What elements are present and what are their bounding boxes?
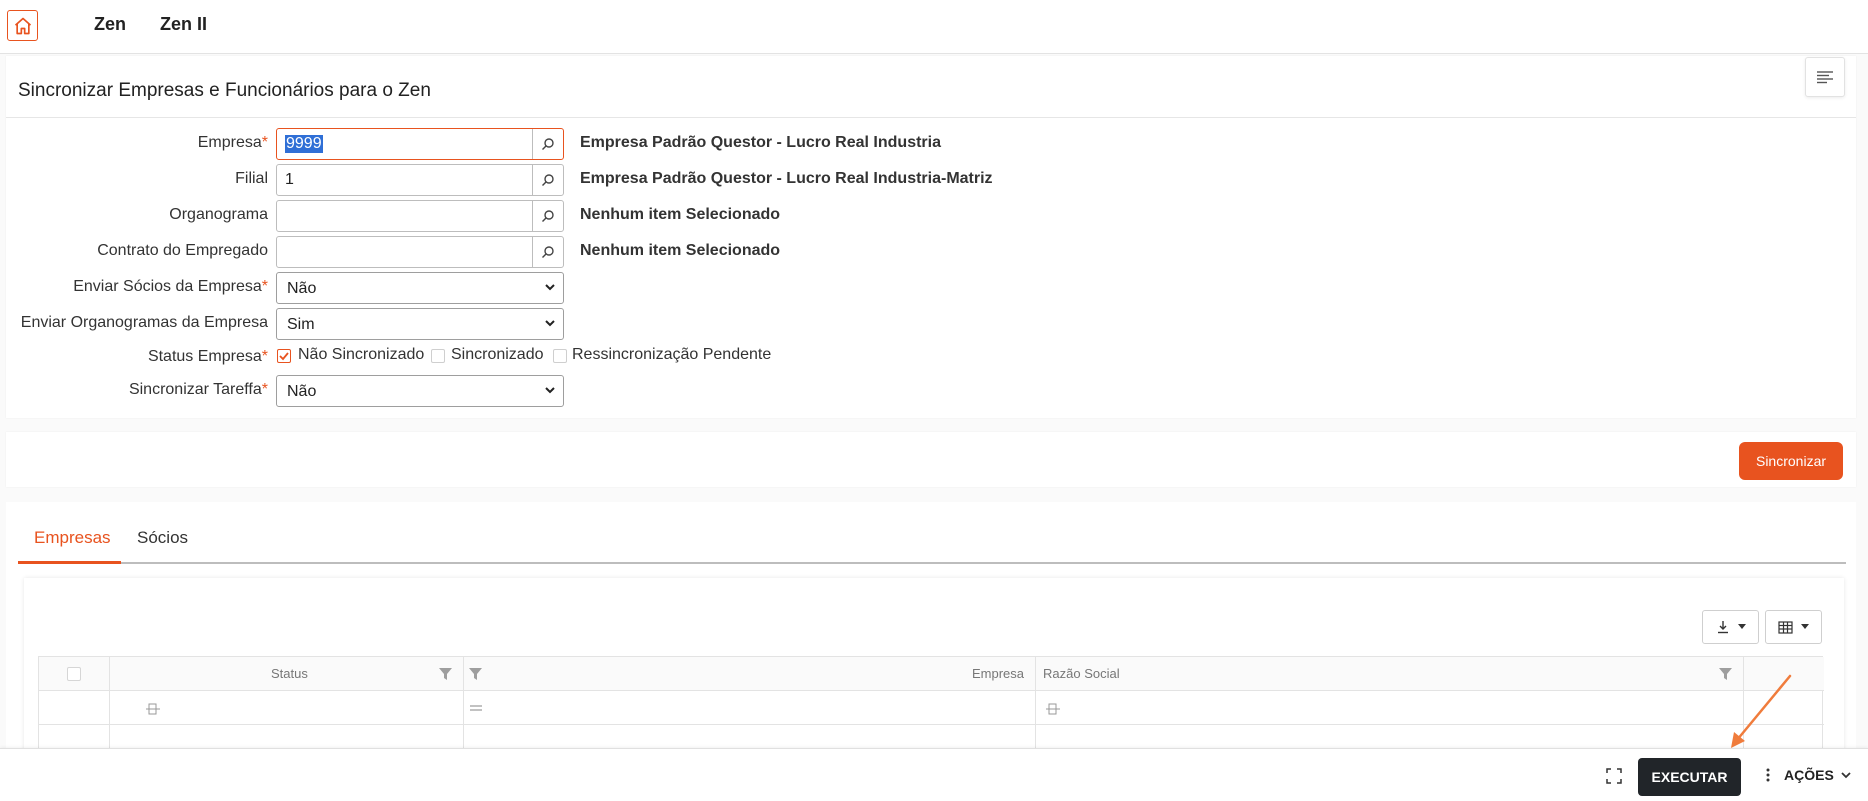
acoes-menu-button[interactable]: AÇÕES (1766, 767, 1852, 783)
empresa-input[interactable]: 9999 (276, 128, 564, 160)
grid-filter-row (39, 691, 1824, 725)
select-all-checkbox[interactable] (67, 667, 81, 681)
label-status-empresa: Status Empresa* (147, 348, 268, 365)
column-header-razao-social[interactable]: Razão Social (1043, 666, 1120, 681)
chevron-down-icon (545, 387, 555, 394)
active-tab-indicator (18, 561, 121, 564)
bottom-bar: EXECUTAR AÇÕES (0, 748, 1868, 801)
equals-icon[interactable] (469, 703, 483, 713)
filter-icon[interactable] (1719, 668, 1732, 680)
enviar-socios-value: Não (287, 280, 317, 297)
empresa-search-button[interactable] (532, 129, 563, 159)
empresa-value: 9999 (285, 135, 323, 153)
tab-empresas[interactable]: Empresas (34, 528, 111, 548)
search-icon (542, 138, 554, 150)
sincronizar-tareffa-select[interactable]: Não (276, 375, 564, 407)
filial-input[interactable]: 1 (276, 164, 564, 196)
status-sincronizado-label: Sincronizado (451, 346, 544, 363)
top-nav: Zen Zen II (0, 0, 1868, 54)
status-ressincronizacao-checkbox[interactable] (553, 349, 567, 363)
label-enviar-organogramas: Enviar Organogramas da Empresa (20, 314, 268, 331)
label-empresa: Empresa* (197, 134, 268, 151)
filter-icon[interactable] (439, 668, 452, 680)
panel-menu-button[interactable] (1805, 57, 1845, 97)
organograma-input[interactable] (276, 200, 564, 232)
search-icon (542, 174, 554, 186)
status-ressincronizacao-label: Ressincronização Pendente (572, 346, 772, 363)
search-icon (542, 210, 554, 222)
acoes-label: AÇÕES (1784, 767, 1834, 783)
executar-button[interactable]: EXECUTAR (1638, 758, 1741, 796)
chevron-down-icon (545, 284, 555, 291)
form-panel: Sincronizar Empresas e Funcionários para… (6, 56, 1856, 418)
label-enviar-socios: Enviar Sócios da Empresa* (73, 278, 268, 295)
chevron-down-icon (545, 320, 555, 327)
tab-socios[interactable]: Sócios (137, 528, 188, 548)
fullscreen-icon[interactable] (1606, 768, 1622, 784)
caret-down-icon (1737, 624, 1746, 629)
status-sincronizado-checkbox[interactable] (431, 349, 445, 363)
sincronizar-tareffa-value: Não (287, 383, 317, 400)
caret-down-icon (1801, 624, 1809, 629)
label-filial: Filial (235, 170, 268, 187)
filial-value: 1 (285, 171, 294, 188)
label-sincronizar-tareffa: Sincronizar Tareffa* (128, 381, 268, 398)
action-bar: Sincronizar (6, 432, 1856, 487)
nav-link-zen[interactable]: Zen (94, 14, 126, 35)
filter-icon[interactable] (469, 668, 482, 680)
filter-operator-icon[interactable] (1045, 703, 1061, 715)
table-icon (1778, 620, 1793, 634)
enviar-organogramas-value: Sim (287, 316, 315, 333)
enviar-organogramas-select[interactable]: Sim (276, 308, 564, 340)
organograma-description: Nenhum item Selecionado (580, 206, 781, 223)
nav-link-zen-ii[interactable]: Zen II (160, 14, 207, 35)
search-icon (542, 246, 554, 258)
label-contrato: Contrato do Empregado (97, 242, 268, 259)
panel-divider (6, 117, 1856, 118)
organograma-search-button[interactable] (532, 201, 563, 231)
columns-button[interactable] (1765, 610, 1822, 644)
status-nao-sincronizado-checkbox[interactable] (277, 349, 291, 363)
home-button[interactable] (7, 10, 38, 41)
download-icon (1717, 621, 1728, 634)
column-header-empresa[interactable]: Empresa (972, 666, 1024, 681)
contrato-description: Nenhum item Selecionado (580, 242, 781, 259)
filial-search-button[interactable] (532, 165, 563, 195)
export-button[interactable] (1702, 610, 1759, 644)
empresa-description: Empresa Padrão Questor - Lucro Real Indu… (580, 134, 941, 151)
tabs-line (18, 562, 1846, 564)
contrato-search-button[interactable] (532, 237, 563, 267)
filter-operator-icon[interactable] (145, 703, 161, 715)
sincronizar-button[interactable]: Sincronizar (1739, 442, 1843, 480)
form-labels: Empresa* Filial Organograma Contrato do … (6, 56, 268, 418)
column-header-status[interactable]: Status (271, 666, 308, 681)
label-organograma: Organograma (169, 206, 268, 223)
check-icon (279, 352, 289, 361)
enviar-socios-select[interactable]: Não (276, 272, 564, 304)
filial-description: Empresa Padrão Questor - Lucro Real Indu… (580, 170, 993, 187)
contrato-input[interactable] (276, 236, 564, 268)
chevron-down-icon (1841, 772, 1851, 779)
home-icon (14, 17, 31, 34)
status-nao-sincronizado-label: Não Sincronizado (298, 346, 425, 363)
text-align-icon (1817, 71, 1833, 84)
more-vertical-icon (1766, 768, 1770, 782)
